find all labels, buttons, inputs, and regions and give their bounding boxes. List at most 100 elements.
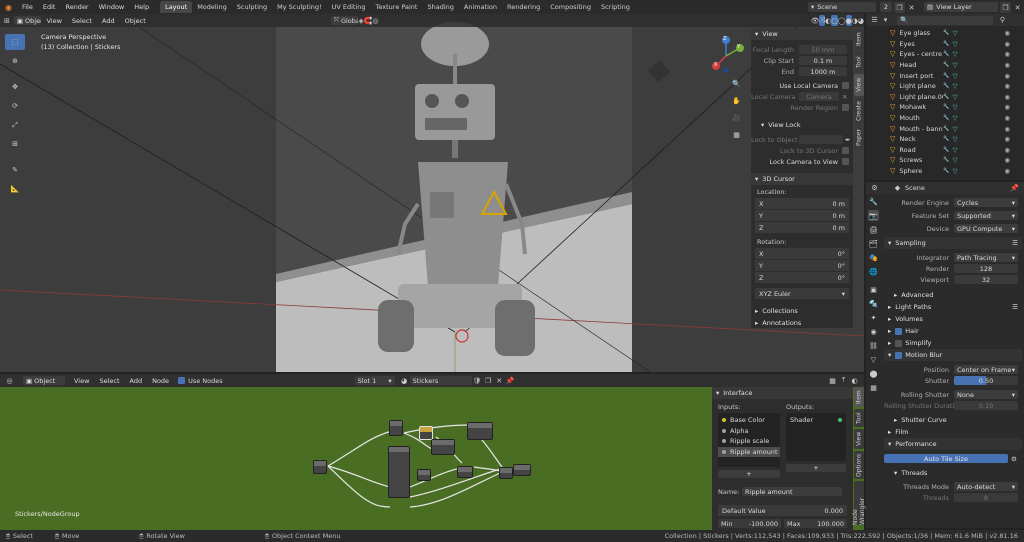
node-tab-node-wrangler[interactable]: Node Wrangler xyxy=(852,481,866,525)
tool-props-icon[interactable]: 🔧 xyxy=(868,196,879,207)
physics-props-icon[interactable]: ◉ xyxy=(868,326,879,337)
delete-scene-icon[interactable]: ✕ xyxy=(906,2,917,13)
view-layer-props-icon[interactable]: 🗂 xyxy=(868,238,879,249)
mesh-data-icon[interactable]: ▽ xyxy=(953,156,958,164)
default-value-field[interactable]: Default Value 0.000 xyxy=(718,505,847,517)
mesh-data-icon[interactable]: ▽ xyxy=(953,40,958,48)
cursor-rot-y[interactable]: Y 0° xyxy=(755,260,849,271)
modifier-icon[interactable]: 🔧 xyxy=(943,51,949,57)
tab-item[interactable]: Item xyxy=(854,28,864,50)
annotate-tool-icon[interactable]: ✎ xyxy=(5,162,25,178)
tab-layout[interactable]: Layout xyxy=(160,1,193,13)
visibility-eye-icon[interactable]: ◉ xyxy=(1004,61,1010,69)
render-samples-row[interactable]: Render 128 xyxy=(884,263,1022,274)
outliner-item[interactable]: ▽ Screws 🔧 ▽ ◉ xyxy=(890,155,1024,166)
list-icon[interactable]: ☰ xyxy=(1012,303,1018,311)
lock-3d-cursor-checkbox[interactable] xyxy=(842,147,849,154)
rolling-duration-row[interactable]: Rolling Shutter Durati... 0.10 xyxy=(884,400,1022,411)
simplify-checkbox[interactable] xyxy=(895,339,903,347)
tab-modeling[interactable]: Modeling xyxy=(192,1,232,13)
shutter-curve-header[interactable]: ▸ Shutter Curve xyxy=(884,414,1022,426)
viewport-menu-view[interactable]: View xyxy=(41,17,66,25)
tab-create[interactable]: Create xyxy=(854,98,864,124)
outliner-item[interactable]: ▽ Mouth 🔧 ▽ ◉ xyxy=(890,113,1024,124)
modifier-icon[interactable]: 🔧 xyxy=(943,41,949,47)
cursor-loc-x[interactable]: X0 m xyxy=(755,198,849,209)
unlink-material-icon[interactable]: ✕ xyxy=(494,375,505,386)
hair-header[interactable]: ▸ Hair xyxy=(884,325,1022,337)
pan-hand-icon[interactable]: ✋ xyxy=(731,95,742,106)
tab-view[interactable]: View xyxy=(854,74,864,96)
viewport-menu-object[interactable]: Object xyxy=(120,17,151,25)
outliner-item[interactable]: ▽Light plane.001🔧▽◉ xyxy=(890,92,1024,103)
menu-help[interactable]: Help xyxy=(129,3,154,11)
film-header[interactable]: ▸ Film xyxy=(884,426,1022,438)
performance-header[interactable]: ▾ Performance xyxy=(884,438,1022,450)
device-row[interactable]: Device GPU Compute ▾ xyxy=(884,223,1022,234)
principled-bsdf-node[interactable] xyxy=(388,446,410,498)
modifier-icon[interactable]: 🔧 xyxy=(943,147,949,153)
outliner-item[interactable]: ▽ Mohawk 🔧 ▽ ◉ xyxy=(890,102,1024,113)
shader-node[interactable] xyxy=(431,439,455,455)
settings-gear-icon[interactable]: ⚙ xyxy=(1011,455,1017,463)
new-material-icon[interactable]: ❐ xyxy=(483,375,494,386)
input-ripple-scale[interactable]: Ripple scale xyxy=(718,436,780,447)
visibility-eye-icon[interactable]: ◉ xyxy=(1004,72,1010,80)
render-engine-row[interactable]: Render Engine Cycles ▾ xyxy=(884,197,1022,208)
move-tool-icon[interactable]: ✥ xyxy=(5,79,25,95)
menu-render[interactable]: Render xyxy=(60,3,93,11)
mesh-data-icon[interactable]: ▽ xyxy=(953,50,958,58)
outliner-item[interactable]: ▽ Eyes - centre 🔧 ▽ ◉ xyxy=(890,49,1024,60)
rotate-tool-icon[interactable]: ⟳ xyxy=(5,98,25,114)
mesh-data-icon[interactable]: ▽ xyxy=(953,103,958,111)
auto-tile-row[interactable]: Auto Tile Size ⚙ xyxy=(884,453,1022,464)
clear-camera-icon[interactable]: ✕ xyxy=(842,93,847,101)
input-base-color[interactable]: Base Color xyxy=(718,415,780,426)
shader-type-selector[interactable]: ▣ Object xyxy=(23,376,65,385)
tab-scripting[interactable]: Scripting xyxy=(596,1,635,13)
outliner-item[interactable]: ▽ Eyes 🔧 ▽ ◉ xyxy=(890,39,1024,50)
pin-icon[interactable]: 📌 xyxy=(1009,183,1020,194)
modifier-icon[interactable]: 🔧 xyxy=(943,115,949,121)
visibility-eye-icon[interactable]: ◉ xyxy=(1004,103,1010,111)
shutter-row[interactable]: Shutter 0.50 xyxy=(884,375,1022,386)
visibility-eye-icon[interactable]: ◉ xyxy=(1004,125,1010,133)
node-menu-select[interactable]: Select xyxy=(94,377,124,385)
snap-icon[interactable]: 🧲 xyxy=(364,15,373,26)
add-input-button[interactable]: + xyxy=(718,470,780,479)
motion-blur-checkbox[interactable] xyxy=(895,351,903,359)
menu-edit[interactable]: Edit xyxy=(38,3,61,11)
zoom-icon[interactable]: 🔍 xyxy=(731,78,742,89)
data-props-icon[interactable]: ▽ xyxy=(868,354,879,365)
modifier-icon[interactable]: 🔧 xyxy=(943,30,949,36)
node-menu-add[interactable]: Add xyxy=(125,377,148,385)
node-tab-item[interactable]: Item xyxy=(854,387,864,407)
viewport-samples-row[interactable]: Viewport 32 xyxy=(884,274,1022,285)
shader-node[interactable] xyxy=(389,420,403,436)
outliner-search-input[interactable]: 🔍 xyxy=(897,15,993,25)
viewport-menu-add[interactable]: Add xyxy=(97,17,120,25)
shading-rendered-icon[interactable]: ◕ xyxy=(858,15,864,26)
delete-view-layer-icon[interactable]: ✕ xyxy=(1012,2,1023,13)
mesh-data-icon[interactable]: ▽ xyxy=(953,167,958,175)
tab-paper[interactable]: Paper xyxy=(854,126,864,150)
filter-icon[interactable]: ⚲ xyxy=(997,15,1008,26)
new-view-layer-icon[interactable]: ❐ xyxy=(1000,2,1011,13)
tab-uv-editing[interactable]: UV Editing xyxy=(327,1,371,13)
modifier-icon[interactable]: 🔧 xyxy=(943,136,949,142)
light-paths-header[interactable]: ▸ Light Paths ☰ xyxy=(884,301,1022,313)
grid-view-icon[interactable]: ▦ xyxy=(731,129,742,140)
outliner-item[interactable]: ▽Mouth - banner-1571999_1920🔧▽◉ xyxy=(890,123,1024,134)
material-props-icon[interactable]: ⬤ xyxy=(868,368,879,379)
modifier-icon[interactable]: 🔧 xyxy=(943,157,949,163)
annotations-header[interactable]: ▸ Annotations xyxy=(751,317,853,329)
volumes-header[interactable]: ▸ Volumes xyxy=(884,313,1022,325)
visibility-eye-icon[interactable]: ◉ xyxy=(1004,50,1010,58)
tab-texture-paint[interactable]: Texture Paint xyxy=(371,1,423,13)
local-camera-row[interactable]: Local Camera Camera ✕ xyxy=(751,91,853,102)
position-row[interactable]: Position Center on Frame ▾ xyxy=(884,364,1022,375)
mesh-data-icon[interactable]: ▽ xyxy=(953,93,958,101)
list-icon[interactable]: ☰ xyxy=(1012,239,1018,247)
overlay-toggle-icon[interactable]: ◐ xyxy=(849,375,860,386)
visibility-eye-icon[interactable]: ◉ xyxy=(1004,135,1010,143)
